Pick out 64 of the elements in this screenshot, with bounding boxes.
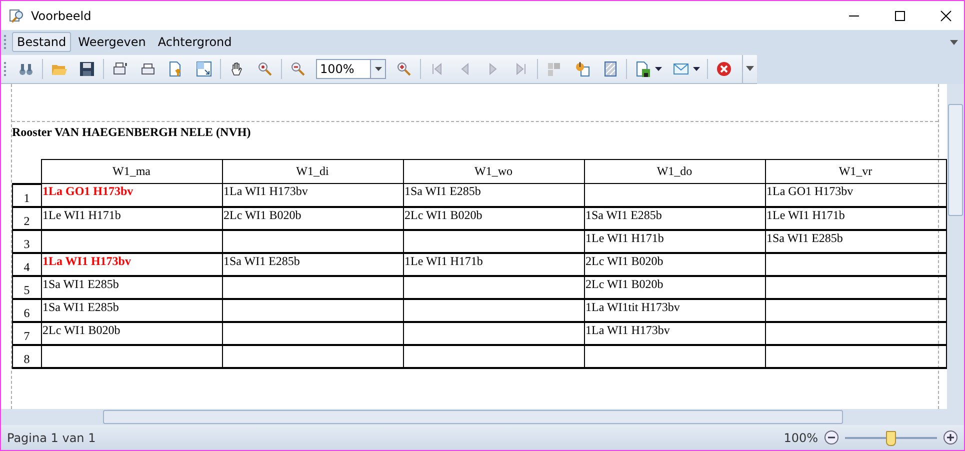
table-cell: 2Lc WI1 B020b [222, 206, 403, 230]
column-header: W1_wo [403, 160, 584, 184]
table-cell: 2Lc WI1 B020b [403, 206, 584, 230]
horizontal-scrollbar[interactable] [1, 409, 964, 425]
column-header: W1_do [584, 160, 765, 184]
table-cell: 1Sa WI1 E285b [403, 184, 584, 206]
maximize-icon[interactable] [894, 10, 906, 22]
caret-icon[interactable] [693, 66, 700, 70]
row-number: 4 [12, 252, 41, 276]
menu-item[interactable]: Bestand [12, 32, 72, 52]
row-number: 1 [12, 184, 41, 206]
row-number: 8 [12, 344, 41, 368]
printer-icon[interactable] [140, 60, 156, 76]
zoom-in-icon[interactable] [396, 60, 412, 76]
close-icon[interactable] [940, 10, 952, 22]
hatched-page-icon[interactable] [602, 60, 618, 76]
table-cell: 1La WI1tit H173bv [584, 298, 765, 322]
row-number: 5 [12, 276, 41, 298]
table-cell: 1Sa WI1 E285b [222, 252, 403, 276]
zoom-in-icon[interactable] [943, 430, 958, 445]
save-icon[interactable] [79, 60, 95, 76]
row-number: 7 [12, 322, 41, 344]
table-cell: 1La GO1 H173bv [41, 184, 222, 206]
table-cell: 2Lc WI1 B020b [584, 252, 765, 276]
table-cell: 1La WI1 H173bv [41, 252, 222, 276]
zoom-percentage: 100% [784, 430, 818, 444]
column-header: W1_ma [41, 160, 222, 184]
table-cell: 1Le WI1 H171b [41, 206, 222, 230]
report-title: Rooster VAN HAEGENBERGH NELE (NVH) [12, 124, 252, 141]
table-cell: 1Sa WI1 E285b [584, 206, 765, 230]
resize-icon[interactable] [196, 60, 212, 76]
menu-item[interactable]: Weergeven [73, 32, 151, 52]
column-header: W1_di [222, 160, 403, 184]
column-header: W1_vr [765, 160, 946, 184]
zoom-slider[interactable] [845, 430, 937, 446]
export-icon[interactable] [635, 60, 651, 76]
caret-icon[interactable] [655, 66, 662, 70]
caret-icon[interactable] [746, 66, 754, 71]
table-cell: 2Lc WI1 B020b [41, 322, 222, 344]
zoom-out-icon[interactable] [824, 430, 839, 445]
caret-icon[interactable] [374, 66, 382, 70]
window-title: Voorbeeld [31, 8, 92, 22]
table-cell: 1Le WI1 H171b [403, 252, 584, 276]
table-cell: 1Le WI1 H171b [765, 206, 946, 230]
zoom-field[interactable]: 100% [316, 58, 386, 78]
row-number: 2 [12, 206, 41, 230]
table-cell: 1Le WI1 H171b [584, 230, 765, 252]
row-number: 3 [12, 230, 41, 252]
table-cell: 1La WI1 H173bv [222, 184, 403, 206]
page-indicator: Pagina 1 van 1 [7, 430, 96, 444]
menu-item[interactable]: Achtergrond [152, 32, 237, 52]
printer-icon[interactable] [112, 60, 128, 76]
table-cell: 1La GO1 H173bv [765, 184, 946, 206]
preview-icon [9, 8, 25, 24]
table-cell: 1Sa WI1 E285b [765, 230, 946, 252]
hand-icon[interactable] [229, 60, 245, 76]
table-cell: 1Sa WI1 E285b [41, 298, 222, 322]
row-number: 6 [12, 298, 41, 322]
table-cell: 1Sa WI1 E285b [41, 276, 222, 298]
table-cell: 1La WI1 H173bv [584, 322, 765, 344]
magnifier-icon[interactable] [257, 60, 273, 76]
table-cell: 2Lc WI1 B020b [584, 276, 765, 298]
fill-bucket-icon[interactable] [574, 60, 590, 76]
vertical-scrollbar[interactable] [947, 84, 964, 409]
